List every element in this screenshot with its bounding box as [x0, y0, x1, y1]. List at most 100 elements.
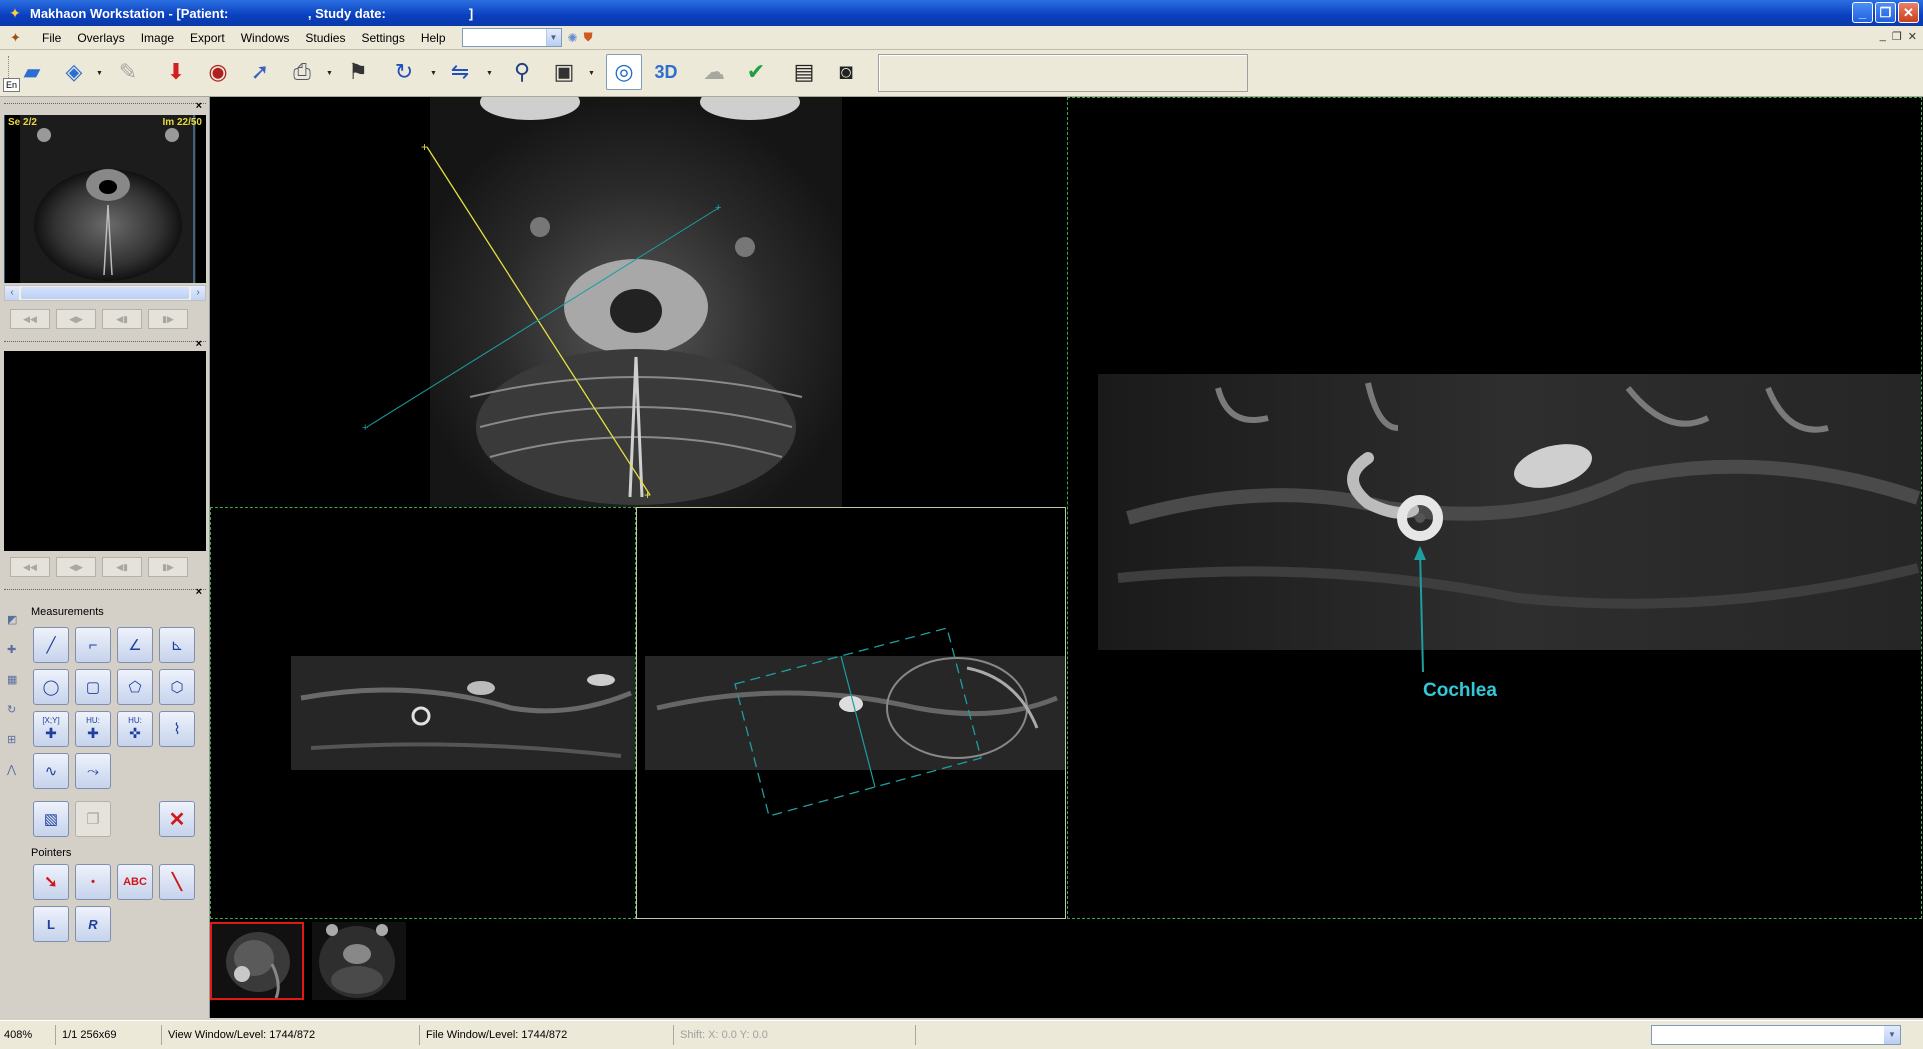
- chevron-down-icon[interactable]: ▼: [96, 70, 103, 77]
- chevron-down-icon[interactable]: ▼: [430, 70, 437, 77]
- open-folder-icon[interactable]: ▰: [14, 54, 50, 90]
- series-thumbnail-1[interactable]: [210, 922, 304, 1000]
- stack-category-icon[interactable]: ▦: [7, 673, 23, 689]
- measurement-settings-icon[interactable]: ▧: [33, 801, 69, 837]
- axial-viewport[interactable]: + + + +: [210, 84, 1066, 507]
- next-image-button[interactable]: ▮▶: [148, 557, 188, 577]
- zoom-category-icon[interactable]: ⊞: [7, 733, 23, 749]
- import-arrow-icon[interactable]: ⬇: [158, 54, 194, 90]
- mdi-close-button[interactable]: ✕: [1908, 30, 1917, 43]
- overview-scrollbar[interactable]: ‹ ›: [4, 285, 206, 301]
- prev-image-button[interactable]: ◀▮: [102, 557, 142, 577]
- ellipse-roi-icon[interactable]: ◯: [33, 669, 69, 705]
- oblique-viewport-1[interactable]: [210, 507, 636, 919]
- zoomed-viewport[interactable]: Cochlea: [1067, 97, 1922, 919]
- series-thumbnail-2[interactable]: [312, 922, 406, 1000]
- close-icon[interactable]: ×: [196, 100, 202, 112]
- close-button[interactable]: ✕: [1898, 2, 1919, 23]
- polyline-measure-icon[interactable]: ⌐: [75, 627, 111, 663]
- marker-category-icon[interactable]: ✚: [7, 643, 23, 659]
- window-level-icon[interactable]: ▣: [546, 54, 582, 90]
- right-marker-icon[interactable]: R: [75, 906, 111, 942]
- mdi-minimize-button[interactable]: _: [1880, 30, 1886, 43]
- spline-icon[interactable]: ⤳: [75, 753, 111, 789]
- close-icon[interactable]: ×: [196, 338, 202, 350]
- svg-text:+: +: [362, 422, 368, 434]
- disabled-tool-icon: ✎: [118, 59, 138, 84]
- curve-icon[interactable]: ∿: [33, 753, 69, 789]
- xy-point-icon[interactable]: [X;Y] ✚: [33, 711, 69, 747]
- second-pane-viewport[interactable]: [4, 351, 206, 551]
- prev-image-button[interactable]: ◀▮: [102, 309, 142, 329]
- chevron-down-icon[interactable]: ▼: [486, 70, 493, 77]
- line-measure-icon[interactable]: ╱: [33, 627, 69, 663]
- prev-series-button[interactable]: ◀▶: [56, 557, 96, 577]
- close-icon[interactable]: ×: [196, 586, 202, 598]
- 3d-icon[interactable]: 3D: [648, 54, 684, 90]
- check-icon[interactable]: ✔: [738, 54, 774, 90]
- pointers-title: Pointers: [31, 847, 72, 859]
- menu-windows[interactable]: Windows: [233, 27, 298, 49]
- chevron-down-icon[interactable]: ▼: [545, 29, 561, 46]
- chevron-right-icon[interactable]: ›: [191, 286, 205, 300]
- prev-series-button[interactable]: ◀▶: [56, 309, 96, 329]
- shield-icon[interactable]: ⛊: [584, 30, 593, 45]
- chevron-down-icon[interactable]: ▼: [326, 70, 333, 77]
- left-marker-icon[interactable]: L: [33, 906, 69, 942]
- first-image-button[interactable]: ◀◀: [10, 309, 50, 329]
- flag-icon[interactable]: ⚑: [340, 54, 376, 90]
- image-viewer[interactable]: + + + + Cochlea: [210, 84, 1923, 1018]
- overview-thumbnail[interactable]: Se 2/2 Im 22/50: [3, 115, 206, 283]
- flip-icon[interactable]: ⇋: [442, 54, 478, 90]
- profile-icon[interactable]: ⌇: [159, 711, 195, 747]
- magnifier-icon[interactable]: ⚲: [504, 54, 540, 90]
- hu-area-icon[interactable]: HU: ✜: [117, 711, 153, 747]
- rotate-category-icon[interactable]: ↻: [7, 703, 23, 719]
- menu-file[interactable]: File: [34, 27, 69, 49]
- toolbar-info-panel: [878, 54, 1248, 92]
- line-pointer-icon[interactable]: ╲: [159, 864, 195, 900]
- rotate-icon[interactable]: ↻: [386, 54, 422, 90]
- send-icon[interactable]: ➚: [242, 54, 278, 90]
- text-annotation-icon[interactable]: ABC: [117, 864, 153, 900]
- menu-image[interactable]: Image: [133, 27, 182, 49]
- oblique-viewport-2[interactable]: [636, 507, 1066, 919]
- freehand-roi-icon[interactable]: ⬡: [159, 669, 195, 705]
- polygon-roi-icon[interactable]: ⬠: [117, 669, 153, 705]
- chevron-left-icon[interactable]: ‹: [5, 286, 19, 300]
- delete-measurements-icon[interactable]: ✕: [159, 801, 195, 837]
- status-select[interactable]: ▼: [1651, 1025, 1901, 1045]
- mdi-restore-button[interactable]: ❐: [1892, 30, 1902, 43]
- arrow-pointer-icon[interactable]: ➘: [33, 864, 69, 900]
- chevron-down-icon[interactable]: ▼: [588, 70, 595, 77]
- mpr-icon[interactable]: ◎: [606, 54, 642, 90]
- restore-button[interactable]: ❐: [1875, 2, 1896, 23]
- cochlea-annotation-label[interactable]: Cochlea: [1423, 680, 1497, 702]
- angle-category-icon[interactable]: ⋀: [7, 763, 23, 779]
- menu-help[interactable]: Help: [413, 27, 454, 49]
- dot-pointer-icon[interactable]: •: [75, 864, 111, 900]
- menu-export[interactable]: Export: [182, 27, 233, 49]
- monitor-icon[interactable]: ◙: [828, 54, 864, 90]
- menu-studies[interactable]: Studies: [297, 27, 353, 49]
- cd-burn-icon[interactable]: ◉: [200, 54, 236, 90]
- first-image-button[interactable]: ◀◀: [10, 557, 50, 577]
- document-icon[interactable]: ✦: [10, 30, 26, 46]
- cobb-angle-icon[interactable]: ⊾: [159, 627, 195, 663]
- image-index-label: Im 22/50: [162, 117, 202, 128]
- rectangle-roi-icon[interactable]: ▢: [75, 669, 111, 705]
- scroll-thumb[interactable]: [21, 287, 189, 299]
- next-image-button[interactable]: ▮▶: [148, 309, 188, 329]
- menu-settings[interactable]: Settings: [353, 27, 412, 49]
- menu-overlays[interactable]: Overlays: [69, 27, 132, 49]
- layout-select[interactable]: ▼: [461, 28, 562, 47]
- hu-point-icon[interactable]: HU: ✚: [75, 711, 111, 747]
- measure-category-icon[interactable]: ◩: [7, 613, 23, 629]
- angle-measure-icon[interactable]: ∠: [117, 627, 153, 663]
- gear-icon[interactable]: ✺: [568, 31, 578, 45]
- dicom-info-icon[interactable]: ▤: [786, 54, 822, 90]
- minimize-button[interactable]: _: [1852, 2, 1873, 23]
- open-media-icon[interactable]: ◈: [56, 54, 92, 90]
- print-icon[interactable]: ⎙: [284, 54, 320, 90]
- chevron-down-icon[interactable]: ▼: [1884, 1026, 1900, 1044]
